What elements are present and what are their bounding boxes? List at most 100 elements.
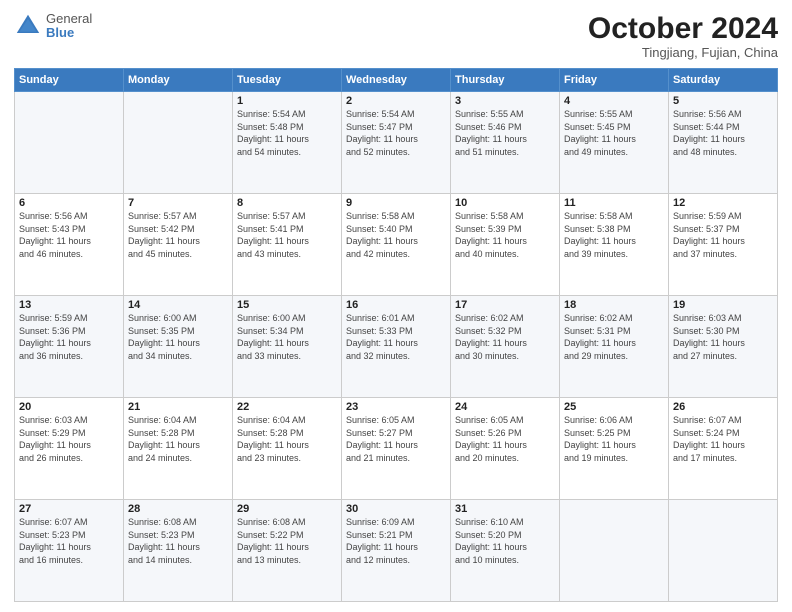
day-info: Sunrise: 6:05 AM Sunset: 5:26 PM Dayligh… (455, 414, 555, 464)
day-number: 21 (128, 401, 228, 413)
calendar-day-28: 28Sunrise: 6:08 AM Sunset: 5:23 PM Dayli… (124, 500, 233, 602)
day-info: Sunrise: 6:05 AM Sunset: 5:27 PM Dayligh… (346, 414, 446, 464)
day-info: Sunrise: 6:09 AM Sunset: 5:21 PM Dayligh… (346, 516, 446, 566)
day-number: 29 (237, 503, 337, 515)
day-number: 17 (455, 299, 555, 311)
day-info: Sunrise: 6:03 AM Sunset: 5:30 PM Dayligh… (673, 312, 773, 362)
day-number: 22 (237, 401, 337, 413)
day-number: 9 (346, 197, 446, 209)
calendar-day-5: 5Sunrise: 5:56 AM Sunset: 5:44 PM Daylig… (669, 92, 778, 194)
logo-blue-text: Blue (46, 26, 92, 40)
weekday-header-row: SundayMondayTuesdayWednesdayThursdayFrid… (15, 69, 778, 92)
calendar-day-23: 23Sunrise: 6:05 AM Sunset: 5:27 PM Dayli… (342, 398, 451, 500)
title-section: October 2024 Tingjiang, Fujian, China (588, 12, 778, 60)
weekday-header-wednesday: Wednesday (342, 69, 451, 92)
calendar-day-25: 25Sunrise: 6:06 AM Sunset: 5:25 PM Dayli… (560, 398, 669, 500)
day-info: Sunrise: 6:01 AM Sunset: 5:33 PM Dayligh… (346, 312, 446, 362)
weekday-header-monday: Monday (124, 69, 233, 92)
location: Tingjiang, Fujian, China (588, 45, 778, 60)
calendar-day-24: 24Sunrise: 6:05 AM Sunset: 5:26 PM Dayli… (451, 398, 560, 500)
calendar-day-empty (560, 500, 669, 602)
calendar-day-22: 22Sunrise: 6:04 AM Sunset: 5:28 PM Dayli… (233, 398, 342, 500)
day-info: Sunrise: 5:55 AM Sunset: 5:46 PM Dayligh… (455, 108, 555, 158)
calendar-day-1: 1Sunrise: 5:54 AM Sunset: 5:48 PM Daylig… (233, 92, 342, 194)
day-number: 12 (673, 197, 773, 209)
day-info: Sunrise: 5:56 AM Sunset: 5:43 PM Dayligh… (19, 210, 119, 260)
calendar-day-6: 6Sunrise: 5:56 AM Sunset: 5:43 PM Daylig… (15, 194, 124, 296)
day-info: Sunrise: 6:00 AM Sunset: 5:35 PM Dayligh… (128, 312, 228, 362)
calendar-day-empty (15, 92, 124, 194)
day-info: Sunrise: 6:02 AM Sunset: 5:32 PM Dayligh… (455, 312, 555, 362)
day-number: 26 (673, 401, 773, 413)
day-info: Sunrise: 6:04 AM Sunset: 5:28 PM Dayligh… (128, 414, 228, 464)
calendar-day-9: 9Sunrise: 5:58 AM Sunset: 5:40 PM Daylig… (342, 194, 451, 296)
day-number: 5 (673, 95, 773, 107)
weekday-header-thursday: Thursday (451, 69, 560, 92)
weekday-header-saturday: Saturday (669, 69, 778, 92)
weekday-header-tuesday: Tuesday (233, 69, 342, 92)
calendar-day-10: 10Sunrise: 5:58 AM Sunset: 5:39 PM Dayli… (451, 194, 560, 296)
weekday-header-sunday: Sunday (15, 69, 124, 92)
header: General Blue October 2024 Tingjiang, Fuj… (14, 12, 778, 60)
day-info: Sunrise: 6:08 AM Sunset: 5:22 PM Dayligh… (237, 516, 337, 566)
day-info: Sunrise: 5:58 AM Sunset: 5:38 PM Dayligh… (564, 210, 664, 260)
calendar-day-19: 19Sunrise: 6:03 AM Sunset: 5:30 PM Dayli… (669, 296, 778, 398)
day-info: Sunrise: 6:08 AM Sunset: 5:23 PM Dayligh… (128, 516, 228, 566)
calendar-day-17: 17Sunrise: 6:02 AM Sunset: 5:32 PM Dayli… (451, 296, 560, 398)
calendar-day-11: 11Sunrise: 5:58 AM Sunset: 5:38 PM Dayli… (560, 194, 669, 296)
day-number: 30 (346, 503, 446, 515)
calendar-day-3: 3Sunrise: 5:55 AM Sunset: 5:46 PM Daylig… (451, 92, 560, 194)
day-info: Sunrise: 5:58 AM Sunset: 5:39 PM Dayligh… (455, 210, 555, 260)
day-number: 25 (564, 401, 664, 413)
day-number: 8 (237, 197, 337, 209)
calendar-day-20: 20Sunrise: 6:03 AM Sunset: 5:29 PM Dayli… (15, 398, 124, 500)
day-number: 10 (455, 197, 555, 209)
calendar-day-29: 29Sunrise: 6:08 AM Sunset: 5:22 PM Dayli… (233, 500, 342, 602)
calendar-day-12: 12Sunrise: 5:59 AM Sunset: 5:37 PM Dayli… (669, 194, 778, 296)
day-number: 4 (564, 95, 664, 107)
calendar-day-8: 8Sunrise: 5:57 AM Sunset: 5:41 PM Daylig… (233, 194, 342, 296)
calendar-day-empty (124, 92, 233, 194)
logo-text: General Blue (46, 12, 92, 41)
day-number: 6 (19, 197, 119, 209)
day-info: Sunrise: 5:59 AM Sunset: 5:36 PM Dayligh… (19, 312, 119, 362)
weekday-header-friday: Friday (560, 69, 669, 92)
logo: General Blue (14, 12, 92, 41)
day-number: 11 (564, 197, 664, 209)
day-number: 23 (346, 401, 446, 413)
day-info: Sunrise: 6:07 AM Sunset: 5:23 PM Dayligh… (19, 516, 119, 566)
day-info: Sunrise: 5:56 AM Sunset: 5:44 PM Dayligh… (673, 108, 773, 158)
day-number: 18 (564, 299, 664, 311)
day-number: 14 (128, 299, 228, 311)
day-number: 24 (455, 401, 555, 413)
month-title: October 2024 (588, 12, 778, 45)
day-info: Sunrise: 5:54 AM Sunset: 5:47 PM Dayligh… (346, 108, 446, 158)
day-info: Sunrise: 5:58 AM Sunset: 5:40 PM Dayligh… (346, 210, 446, 260)
day-info: Sunrise: 5:57 AM Sunset: 5:41 PM Dayligh… (237, 210, 337, 260)
day-number: 28 (128, 503, 228, 515)
page-container: General Blue October 2024 Tingjiang, Fuj… (0, 0, 792, 612)
day-number: 20 (19, 401, 119, 413)
day-number: 15 (237, 299, 337, 311)
calendar-table: SundayMondayTuesdayWednesdayThursdayFrid… (14, 68, 778, 602)
calendar-week-row: 13Sunrise: 5:59 AM Sunset: 5:36 PM Dayli… (15, 296, 778, 398)
day-number: 3 (455, 95, 555, 107)
calendar-day-30: 30Sunrise: 6:09 AM Sunset: 5:21 PM Dayli… (342, 500, 451, 602)
calendar-week-row: 6Sunrise: 5:56 AM Sunset: 5:43 PM Daylig… (15, 194, 778, 296)
day-info: Sunrise: 5:55 AM Sunset: 5:45 PM Dayligh… (564, 108, 664, 158)
calendar-day-2: 2Sunrise: 5:54 AM Sunset: 5:47 PM Daylig… (342, 92, 451, 194)
day-info: Sunrise: 5:54 AM Sunset: 5:48 PM Dayligh… (237, 108, 337, 158)
day-info: Sunrise: 6:07 AM Sunset: 5:24 PM Dayligh… (673, 414, 773, 464)
day-number: 2 (346, 95, 446, 107)
calendar-week-row: 1Sunrise: 5:54 AM Sunset: 5:48 PM Daylig… (15, 92, 778, 194)
logo-icon (14, 12, 42, 40)
day-info: Sunrise: 6:06 AM Sunset: 5:25 PM Dayligh… (564, 414, 664, 464)
day-info: Sunrise: 6:02 AM Sunset: 5:31 PM Dayligh… (564, 312, 664, 362)
day-number: 27 (19, 503, 119, 515)
calendar-day-empty (669, 500, 778, 602)
calendar-day-13: 13Sunrise: 5:59 AM Sunset: 5:36 PM Dayli… (15, 296, 124, 398)
day-info: Sunrise: 6:03 AM Sunset: 5:29 PM Dayligh… (19, 414, 119, 464)
calendar-day-4: 4Sunrise: 5:55 AM Sunset: 5:45 PM Daylig… (560, 92, 669, 194)
calendar-day-27: 27Sunrise: 6:07 AM Sunset: 5:23 PM Dayli… (15, 500, 124, 602)
day-number: 31 (455, 503, 555, 515)
